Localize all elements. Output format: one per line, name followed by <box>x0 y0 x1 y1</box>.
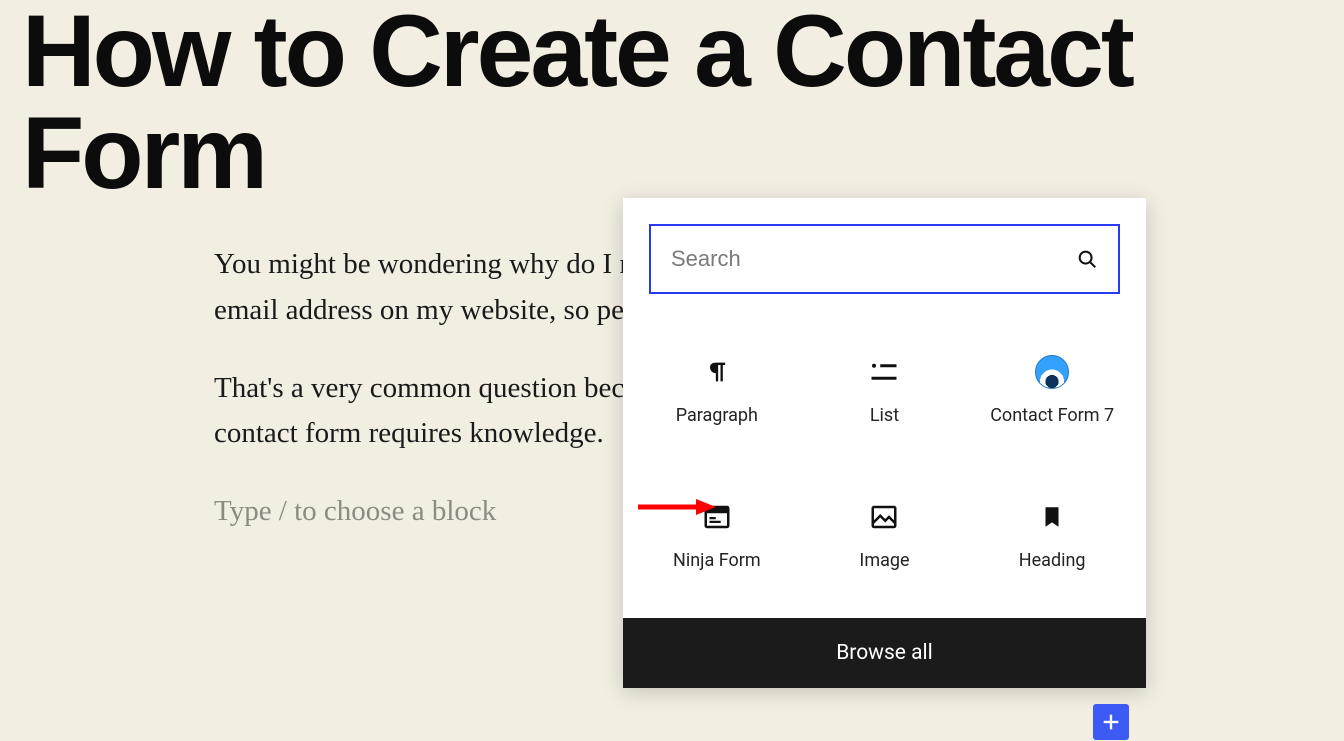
block-ninja-form[interactable]: Ninja Form <box>633 463 801 608</box>
block-contact-form-7[interactable]: Contact Form 7 <box>968 318 1136 463</box>
block-label: Paragraph <box>676 405 758 426</box>
search-icon <box>1076 248 1098 270</box>
browse-all-button[interactable]: Browse all <box>623 618 1146 688</box>
block-paragraph[interactable]: Paragraph <box>633 318 801 463</box>
block-label: Image <box>859 550 909 571</box>
add-block-button[interactable] <box>1093 704 1129 740</box>
search-input[interactable] <box>671 246 1076 272</box>
page-title: How to Create a Contact Form <box>0 0 1344 204</box>
block-inserter-popover: Paragraph List Contact Form 7 <box>623 198 1146 688</box>
block-heading[interactable]: Heading <box>968 463 1136 608</box>
inserter-search-field[interactable] <box>649 224 1120 294</box>
cf7-icon <box>1035 355 1069 389</box>
block-grid: Paragraph List Contact Form 7 <box>623 304 1146 618</box>
block-label: Heading <box>1019 550 1086 571</box>
image-icon <box>867 500 901 534</box>
form-icon <box>700 500 734 534</box>
block-list[interactable]: List <box>801 318 969 463</box>
block-label: Ninja Form <box>673 550 761 571</box>
block-label: Contact Form 7 <box>990 405 1114 426</box>
block-label: List <box>870 405 899 426</box>
pilcrow-icon <box>700 355 734 389</box>
list-icon <box>867 355 901 389</box>
bookmark-icon <box>1035 500 1069 534</box>
block-image[interactable]: Image <box>801 463 969 608</box>
